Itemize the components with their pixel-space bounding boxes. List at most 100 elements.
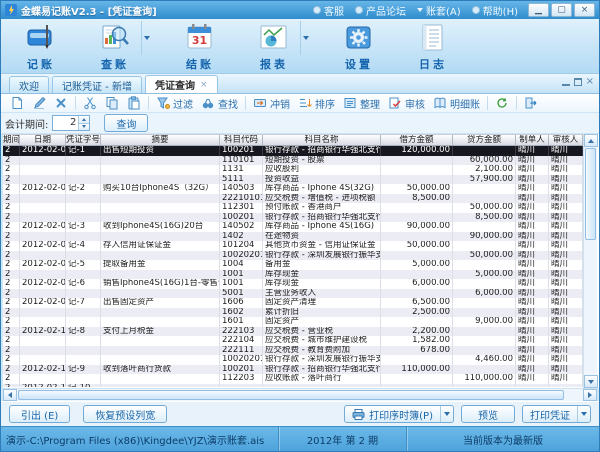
table-cell — [66, 175, 101, 185]
spinner-down-icon[interactable] — [79, 123, 89, 131]
table-cell: 2 — [3, 308, 20, 318]
tab-close-icon[interactable]: × — [200, 80, 208, 90]
filter-bar: 会计期间: 2 查询 — [1, 113, 599, 134]
column-header[interactable]: 科目名称 — [263, 135, 381, 145]
scroll-down-icon[interactable] — [584, 375, 598, 388]
column-header[interactable]: 日期 — [20, 135, 66, 145]
cut-button[interactable] — [79, 95, 101, 111]
minimize-button[interactable]: ▁ — [528, 3, 549, 17]
filter-button[interactable]: 过滤 — [152, 95, 197, 112]
preview-button[interactable]: 预览 — [461, 405, 515, 423]
table-row[interactable]: 21601固定资产9,000.00晴川晴川 — [3, 317, 583, 327]
refresh-button[interactable] — [491, 95, 513, 111]
table-row[interactable]: 21402在途物资90,000.00晴川晴川 — [3, 232, 583, 242]
delete-button[interactable] — [50, 95, 72, 111]
exit-button[interactable] — [520, 95, 542, 111]
maximize-button[interactable]: ▢ — [551, 3, 572, 17]
table-row[interactable]: 22012-02-16记-10 — [3, 384, 583, 388]
table-row[interactable]: 22012-02-07记-5提取备用金1004备用金5,000.00晴川晴川 — [3, 260, 583, 270]
table-row[interactable]: 210020201银行存款 - 深圳发展银行振华支行4,460.00晴川晴川 — [3, 355, 583, 365]
column-header[interactable]: 凭证字号 — [66, 135, 101, 145]
table-row[interactable]: 2112301预付账款 - 香港商户50,000.00晴川晴川 — [3, 203, 583, 213]
vertical-scroll-thumb[interactable] — [585, 148, 596, 240]
table-cell — [381, 156, 453, 166]
print-journal-button[interactable]: 打印序时簿(P) — [344, 405, 454, 423]
column-header[interactable]: 审核人 — [549, 135, 583, 145]
table-row[interactable]: 210020201银行存款 - 深圳发展银行振华支行50,000.00晴川晴川 — [3, 251, 583, 261]
table-row[interactable]: 2110101短期投资 - 股票60,000.00晴川晴川 — [3, 156, 583, 166]
table-row[interactable]: 2100201银行存款 - 招商银行华强北支行8,500.00晴川晴川 — [3, 213, 583, 223]
logs-button[interactable]: 日志 — [407, 21, 459, 72]
column-header[interactable]: 科目代码 — [220, 135, 263, 145]
export-button[interactable]: 引出 (E) — [9, 405, 70, 423]
scroll-right-icon[interactable] — [583, 389, 597, 401]
chevron-down-icon — [144, 36, 150, 40]
table-row[interactable]: 2222104应交税费 - 城市维护建设税1,582.00晴川晴川 — [3, 336, 583, 346]
customer-service-link[interactable]: 客服 — [313, 3, 344, 18]
check-accounts-dropdown[interactable] — [141, 21, 152, 55]
table-cell: 2012-02-07 — [20, 279, 66, 289]
horizontal-scrollbar[interactable] — [3, 388, 597, 401]
reports-dropdown[interactable] — [300, 21, 311, 55]
query-button[interactable]: 查询 — [104, 114, 148, 132]
table-row[interactable]: 21131应收股利2,100.00晴川晴川 — [3, 165, 583, 175]
check-accounts-button[interactable]: 查账 — [89, 21, 141, 72]
period-spinner[interactable]: 2 — [52, 115, 90, 131]
table-row[interactable]: 22012-02-03记-3收到Iphone4S(16G)20台140502库存… — [3, 222, 583, 232]
reset-column-width-button[interactable]: 恢复预设列宽 — [83, 405, 167, 423]
tab-voucher-query[interactable]: 凭证查询 × — [145, 75, 218, 93]
column-header[interactable]: 贷方金额 — [453, 135, 516, 145]
account-set-menu[interactable]: 账套(A) — [417, 3, 461, 18]
closing-button[interactable]: 31 结账 — [174, 21, 226, 72]
table-cell — [20, 308, 66, 318]
sort-button[interactable]: 排序 — [294, 95, 339, 112]
new-button[interactable] — [6, 95, 28, 111]
product-forum-link[interactable]: 产品论坛 — [355, 3, 406, 18]
column-header[interactable]: 制单人 — [516, 135, 549, 145]
copy-button[interactable] — [101, 95, 123, 111]
table-row[interactable]: 222210101应交税费 - 增值税 - 进项税额8,500.00晴川晴川 — [3, 194, 583, 204]
find-button[interactable]: 查找 — [197, 95, 242, 112]
table-row[interactable]: 22012-02-10记-8支付上月税金222103应交税费 - 营业税2,20… — [3, 327, 583, 337]
table-row[interactable]: 22012-02-01记-1出售短期投资100201银行存款 - 招商银行华强北… — [3, 146, 583, 156]
table-cell: 2 — [3, 374, 20, 384]
help-menu[interactable]: 帮助(H) — [472, 3, 518, 18]
table-row[interactable]: 25001主营业务收入6,000.00晴川晴川 — [3, 289, 583, 299]
table-row[interactable]: 22012-02-09记-7出售固定资产1606固定资产清理6,500.00晴川… — [3, 298, 583, 308]
scroll-up-icon[interactable] — [584, 134, 598, 147]
table-row[interactable]: 25111投资收益57,900.00晴川晴川 — [3, 175, 583, 185]
table-row[interactable]: 21602累计折旧2,500.00晴川晴川 — [3, 308, 583, 318]
print-journal-dropdown[interactable] — [440, 406, 453, 422]
mdi-restore-icon[interactable] — [574, 78, 582, 86]
table-cell — [20, 203, 66, 213]
paste-button[interactable] — [123, 95, 145, 111]
table-row[interactable]: 2222111应交税费 - 教育费附加678.00晴川晴川 — [3, 346, 583, 356]
table-row[interactable]: 22012-02-02记-2购买10台Iphone4S（32G）140503库存… — [3, 184, 583, 194]
table-row[interactable]: 21001库存现金5,000.00晴川晴川 — [3, 270, 583, 280]
table-row[interactable]: 22012-02-07记-4存入信用证保证金101204其他货币资金 - 信用证… — [3, 241, 583, 251]
scroll-left-icon[interactable] — [3, 389, 17, 401]
table-row[interactable]: 22012-02-13记-9收到落叶商行货款100201银行存款 - 招商银行华… — [3, 365, 583, 375]
tab-welcome[interactable]: 欢迎 — [9, 76, 49, 93]
settings-button[interactable]: 设置 — [333, 21, 385, 72]
horizontal-scroll-thumb[interactable] — [18, 390, 564, 400]
print-voucher-button[interactable]: 打印凭证 — [522, 405, 591, 423]
tidy-button[interactable]: 整理 — [339, 95, 384, 112]
tab-voucher-new[interactable]: 记账凭证 - 新增 — [52, 76, 142, 93]
table-row[interactable]: 22012-02-07记-6销售Iphone4S(16G)1台-零售个人1001… — [3, 279, 583, 289]
audit-button[interactable]: 审核 — [384, 95, 429, 112]
column-header[interactable]: 摘要 — [101, 135, 220, 145]
detail-ledger-button[interactable]: 明细账 — [429, 95, 484, 112]
vertical-scrollbar[interactable] — [583, 134, 597, 388]
table-row[interactable]: 2112203应收账款 - 落叶商行110,000.00晴川晴川 — [3, 374, 583, 384]
mdi-close-icon[interactable]: × — [586, 78, 594, 86]
modify-button[interactable] — [28, 95, 50, 111]
close-button[interactable]: × — [574, 3, 595, 17]
column-header[interactable]: 借方金额 — [381, 135, 453, 145]
column-header[interactable]: 期间 — [3, 135, 20, 145]
bookkeeping-button[interactable]: 记账 — [15, 21, 67, 72]
mdi-minimize-icon[interactable] — [562, 79, 570, 86]
print-voucher-dropdown[interactable] — [577, 406, 590, 422]
writeoff-button[interactable]: 冲销 — [249, 95, 294, 112]
reports-button[interactable]: 报表 — [248, 21, 300, 72]
